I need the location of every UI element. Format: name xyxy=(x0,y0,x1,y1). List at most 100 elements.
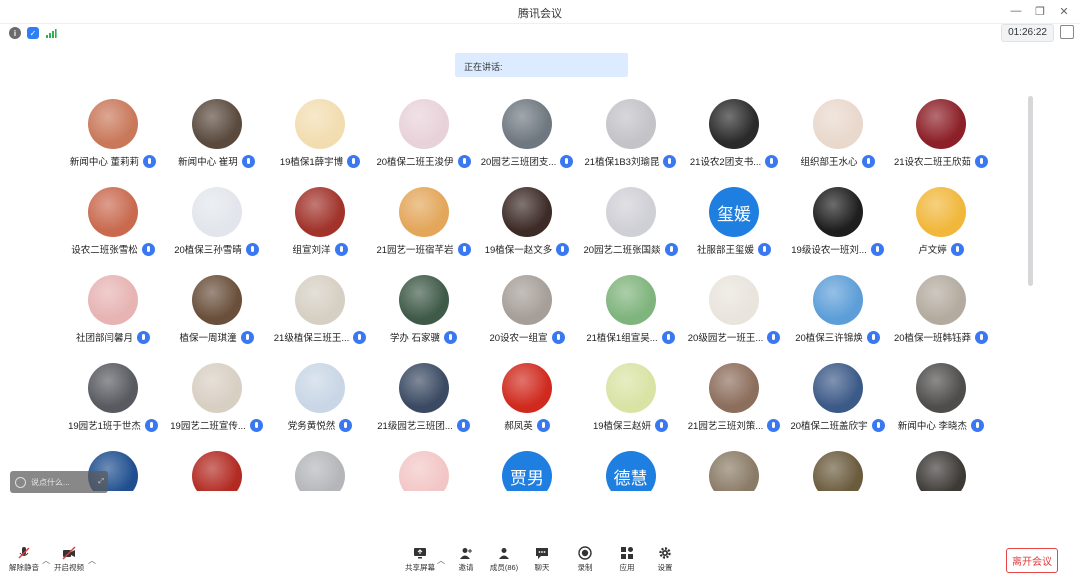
avatar xyxy=(502,363,552,413)
participant-tile[interactable]: 19植保1薛宇博 xyxy=(267,95,373,175)
participant-tile[interactable]: 组宣刘洋 xyxy=(267,183,373,263)
share-screen-button[interactable]: 共享屏幕 xyxy=(398,546,442,580)
participant-tile[interactable]: 新闻中心 董莉莉 xyxy=(60,95,166,175)
participant-name: 党务黄悦然 xyxy=(287,421,336,432)
participant-tile[interactable] xyxy=(371,447,477,491)
participant-name: 19植保1薛宇博 xyxy=(279,157,344,168)
participant-tile[interactable]: 21植保1组宣吴... xyxy=(578,271,684,351)
record-button[interactable]: 录制 xyxy=(563,546,607,580)
fullscreen-icon[interactable] xyxy=(1060,25,1074,39)
participant-tile[interactable]: 20设农一组宣 xyxy=(474,271,580,351)
participant-name-line: 新闻中心 崔玥 xyxy=(158,154,276,168)
participant-tile[interactable]: 德慧 xyxy=(578,447,684,491)
mic-icon xyxy=(971,418,985,432)
participant-tile[interactable]: 学办 石家骥 xyxy=(371,271,477,351)
participant-tile[interactable]: 20植保三孙雪晴 xyxy=(164,183,270,263)
signal-icon[interactable] xyxy=(45,27,57,39)
participant-tile[interactable]: 19园艺1班于世杰 xyxy=(60,359,166,439)
participant-tile[interactable]: 党务黄悦然 xyxy=(267,359,373,439)
participant-name: 20设农一组宣 xyxy=(489,333,548,344)
participant-tile[interactable]: 新闻中心 崔玥 xyxy=(164,95,270,175)
avatar xyxy=(605,363,656,413)
participant-tile[interactable] xyxy=(785,447,891,491)
participant-tile[interactable]: 21园艺三班刘策... xyxy=(681,359,787,439)
participant-name-line: 20设农一组宣 xyxy=(468,330,586,344)
video-options-icon[interactable]: ︿ xyxy=(88,555,96,566)
participant-tile[interactable] xyxy=(681,447,787,491)
avatar xyxy=(398,187,449,237)
participant-tile[interactable]: 社团部闫馨月 xyxy=(60,271,166,351)
meeting-toolbar: 解除静音 ︿ 开启视频 ︿ 共享屏幕 ︿ 邀请 成员(86) 聊天 录制 应用 … xyxy=(0,540,1080,580)
avatar xyxy=(916,451,966,491)
video-button[interactable]: 开启视频 xyxy=(47,546,91,580)
grid-scrollbar[interactable] xyxy=(1028,96,1033,286)
participant-tile[interactable]: 卢文婷 xyxy=(888,183,994,263)
avatar xyxy=(191,363,242,413)
avatar xyxy=(88,363,138,413)
emoji-icon[interactable] xyxy=(15,476,26,488)
participant-tile[interactable]: 设农二班张雪松 xyxy=(60,183,166,263)
mic-icon xyxy=(241,154,255,168)
participant-tile[interactable] xyxy=(888,447,994,491)
participant-name: 21园艺三班刘策... xyxy=(687,421,764,432)
participant-tile[interactable]: 21植保1B3刘瑜昆 xyxy=(578,95,684,175)
participant-tile[interactable]: 20园艺二班张国燚 xyxy=(578,183,684,263)
minimize-icon[interactable]: — xyxy=(1006,2,1026,20)
shield-icon[interactable]: ✓ xyxy=(27,27,39,39)
participant-name-line: 19园艺1班于世杰 xyxy=(60,418,172,432)
participant-tile[interactable]: 20植保一班韩钰莽 xyxy=(888,271,994,351)
chat-input[interactable]: 说点什么... ⤢ xyxy=(10,471,108,493)
avatar xyxy=(191,275,242,325)
avatar xyxy=(916,363,966,413)
mic-icon xyxy=(334,242,348,256)
participant-tile[interactable]: 21级园艺三班团... xyxy=(371,359,477,439)
mic-icon xyxy=(245,242,259,256)
share-screen-icon xyxy=(414,548,426,559)
participant-tile[interactable]: 玺媛 社服部王玺媛 xyxy=(681,183,787,263)
participant-tile[interactable]: 20级园艺一班王... xyxy=(681,271,787,351)
share-screen-label: 共享屏幕 xyxy=(405,563,435,572)
participant-tile[interactable]: 21级植保三班王... xyxy=(267,271,373,351)
participant-grid: 新闻中心 董莉莉 新闻中心 崔玥 19植保1薛宇博 20植保二班王浚伊 20园艺三班团支… xyxy=(60,95,1020,491)
participant-name: 21级园艺三班团... xyxy=(377,421,453,432)
participant-tile[interactable]: 20植保三许锦焕 xyxy=(785,271,891,351)
participant-tile[interactable]: 组织部王水心 xyxy=(785,95,891,175)
participant-tile[interactable] xyxy=(164,447,270,491)
participant-tile[interactable]: 21设农2团支书... xyxy=(681,95,787,175)
participant-tile[interactable]: 贾男 xyxy=(474,447,580,491)
participant-name: 21级植保三班王... xyxy=(273,333,350,344)
participant-tile[interactable]: 21园艺一班宿芊岩 xyxy=(371,183,477,263)
participant-tile[interactable]: 19园艺二班宣传... xyxy=(164,359,270,439)
participant-name-line: 卢文婷 xyxy=(882,242,1000,256)
expand-chat-icon[interactable]: ⤢ xyxy=(98,478,104,486)
participant-name: 植保一周琪潼 xyxy=(179,333,237,344)
info-icon[interactable]: i xyxy=(9,27,21,39)
participant-name: 20植保一班韩钰莽 xyxy=(893,333,972,344)
participant-name-line: 21植保1B3刘瑜昆 xyxy=(572,154,690,168)
participant-name: 21设农二班王欣茹 xyxy=(893,157,972,168)
close-icon[interactable]: ✕ xyxy=(1054,2,1074,20)
participant-tile[interactable]: 19植保一赵文多 xyxy=(474,183,580,263)
mic-icon xyxy=(950,242,964,256)
participant-tile[interactable]: 植保一周琪潼 xyxy=(164,271,270,351)
settings-button[interactable]: 设置 xyxy=(643,546,687,580)
participant-tile[interactable] xyxy=(267,447,373,491)
participant-name-line: 19级设农一班刘... xyxy=(779,242,897,256)
participant-name-line: 20植保二班王浚伊 xyxy=(365,154,483,168)
mic-icon xyxy=(866,330,880,344)
participant-tile[interactable]: 19级设农一班刘... xyxy=(785,183,891,263)
maximize-icon[interactable]: ❐ xyxy=(1030,2,1050,20)
leave-meeting-button[interactable]: 离开会议 xyxy=(1006,548,1058,573)
participant-name: 设农二班张雪松 xyxy=(71,245,138,256)
participant-tile[interactable]: 20植保二班王浚伊 xyxy=(371,95,477,175)
participant-tile[interactable]: 21设农二班王欣茹 xyxy=(888,95,994,175)
mute-button[interactable]: 解除静音 xyxy=(2,546,46,580)
participant-name-line: 组宣刘洋 xyxy=(261,242,379,256)
chat-button[interactable]: 聊天 xyxy=(520,546,564,580)
participant-tile[interactable]: 新闻中心 李晓杰 xyxy=(888,359,994,439)
participant-name-line: 21设农二班王欣茹 xyxy=(882,154,1000,168)
participant-tile[interactable]: 郝凤英 xyxy=(474,359,580,439)
participant-tile[interactable]: 20植保二班盖欣宇 xyxy=(785,359,891,439)
participant-tile[interactable]: 19植保三赵妍 xyxy=(578,359,684,439)
participant-tile[interactable]: 20园艺三班团支... xyxy=(474,95,580,175)
